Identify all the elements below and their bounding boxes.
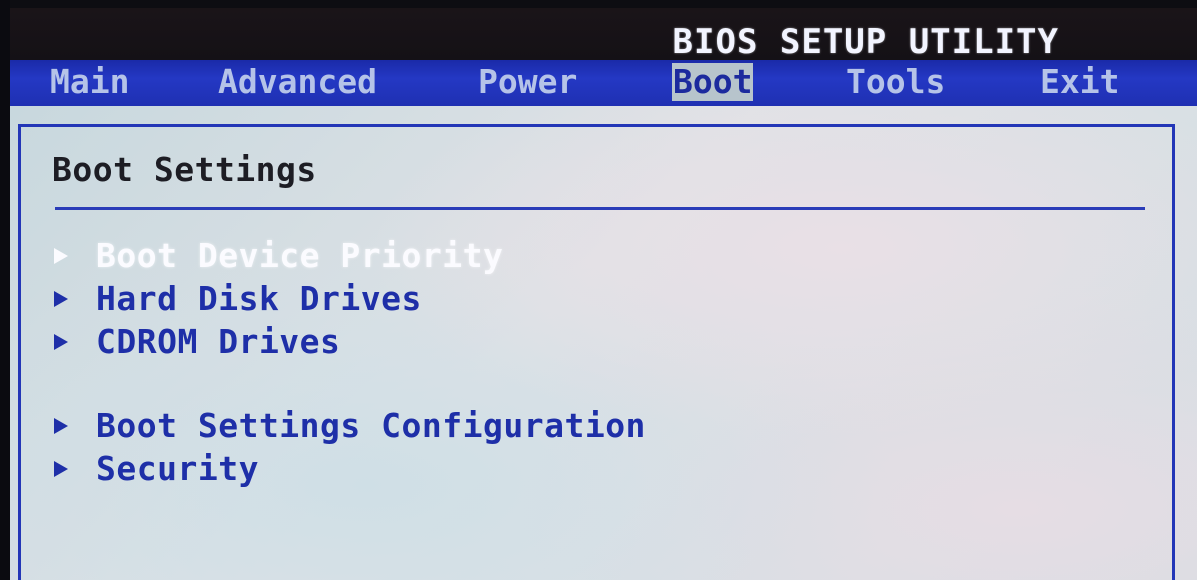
tab-exit[interactable]: Exit bbox=[1040, 63, 1119, 101]
tab-power[interactable]: Power bbox=[478, 63, 577, 101]
app-title: BIOS SETUP UTILITY bbox=[672, 22, 1059, 62]
screen-bezel bbox=[0, 0, 10, 580]
submenu-arrow-icon bbox=[54, 333, 68, 350]
submenu-arrow-icon bbox=[54, 290, 68, 307]
menu-entry-boot-device-priority[interactable]: Boot Device Priority bbox=[54, 236, 503, 275]
menu-entry-hard-disk-drives[interactable]: Hard Disk Drives bbox=[54, 279, 422, 318]
bios-screen: BIOS SETUP UTILITY Main Advanced Power B… bbox=[0, 0, 1197, 580]
page-title: Boot Settings bbox=[52, 150, 317, 189]
menu-entry-label: Boot Settings Configuration bbox=[96, 406, 646, 445]
submenu-arrow-icon bbox=[54, 460, 68, 477]
tab-tools[interactable]: Tools bbox=[846, 63, 945, 101]
tab-boot[interactable]: Boot bbox=[672, 63, 754, 101]
title-bar: BIOS SETUP UTILITY bbox=[10, 8, 1197, 62]
menu-bar: Main Advanced Power Boot Tools Exit bbox=[10, 60, 1197, 106]
menu-entry-security[interactable]: Security bbox=[54, 449, 259, 488]
menu-entry-label: Hard Disk Drives bbox=[96, 279, 422, 318]
menu-entry-label: Security bbox=[96, 449, 259, 488]
menu-entry-cdrom-drives[interactable]: CDROM Drives bbox=[54, 322, 340, 361]
menu-entry-label: Boot Device Priority bbox=[96, 236, 504, 275]
tab-advanced[interactable]: Advanced bbox=[218, 63, 377, 101]
menu-entry-label: CDROM Drives bbox=[96, 322, 341, 361]
menu-entry-boot-settings-configuration[interactable]: Boot Settings Configuration bbox=[54, 406, 646, 445]
submenu-arrow-icon bbox=[54, 417, 68, 434]
submenu-arrow-icon bbox=[54, 247, 68, 264]
tab-main[interactable]: Main bbox=[50, 63, 129, 101]
title-divider bbox=[55, 207, 1145, 210]
